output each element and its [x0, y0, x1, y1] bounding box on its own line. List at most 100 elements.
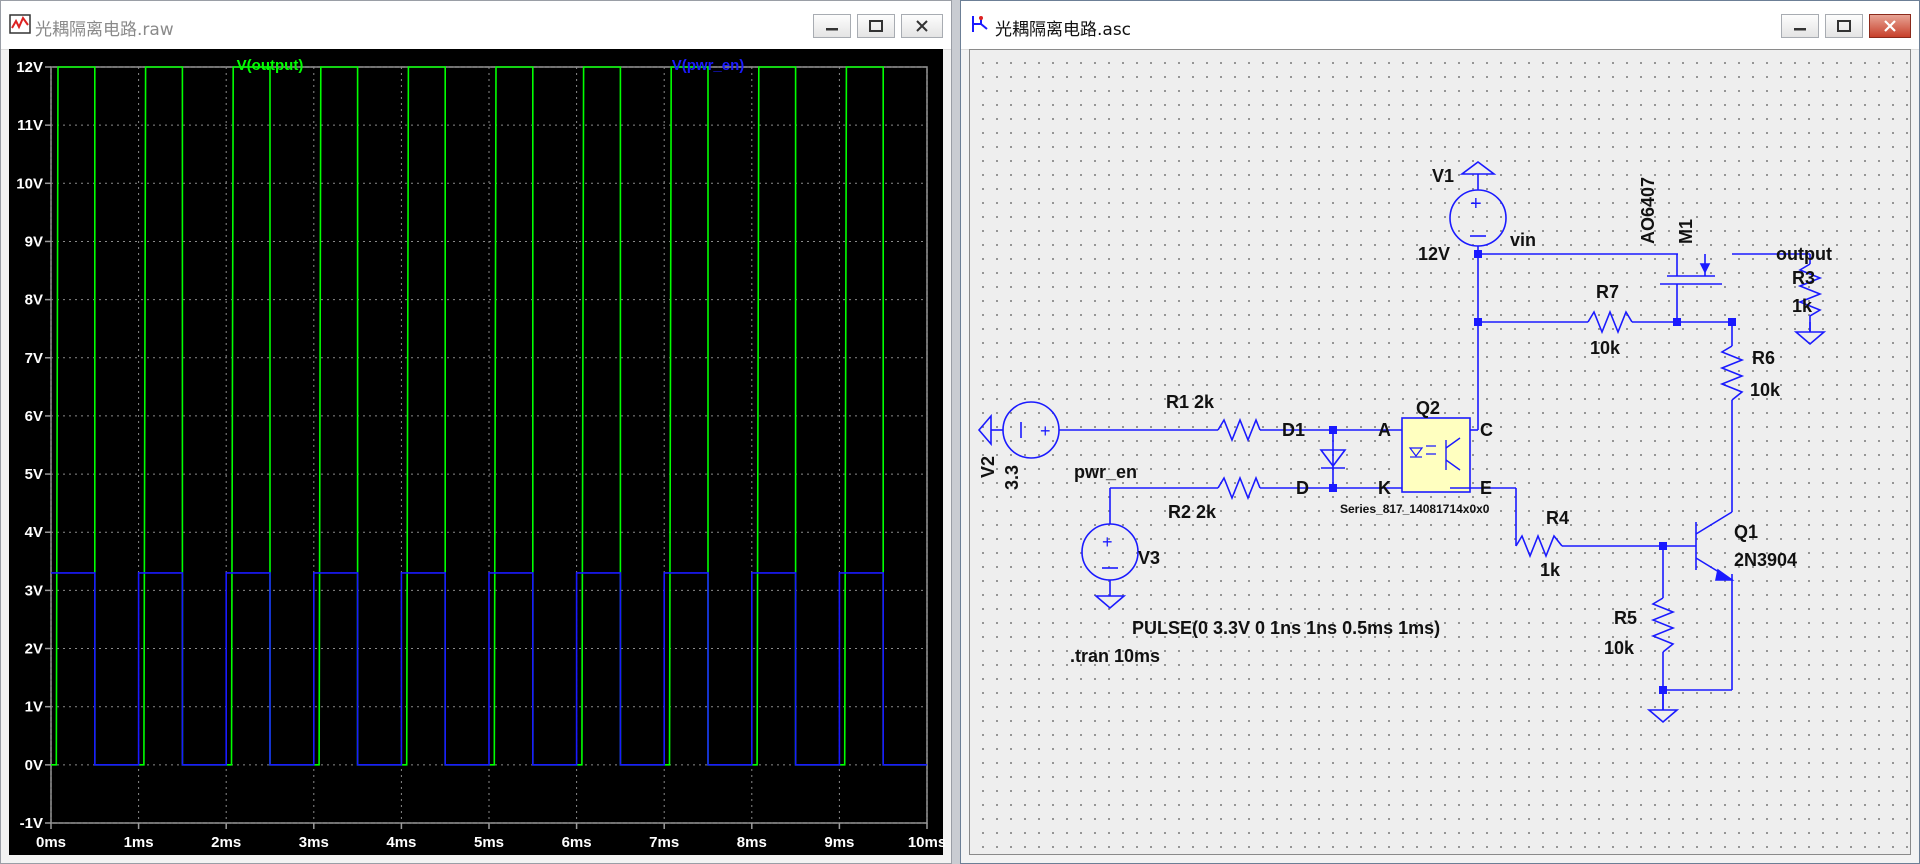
waveform-window[interactable]: 光耦隔离电路.raw 0ms 1ms 2ms 3ms 4ms 5ms 6ms 7ms 8ms 9m…	[0, 0, 952, 864]
d-label: D	[1296, 478, 1309, 498]
schematic-editor-icon	[972, 16, 988, 32]
x-tick-label: 5ms	[474, 834, 504, 851]
v1-label: V1	[1432, 166, 1454, 186]
x-tick-label: 0ms	[36, 834, 66, 851]
svg-text:+: +	[1470, 193, 1482, 215]
r6-label: R6	[1752, 348, 1775, 368]
waveform-plot-area[interactable]: 0ms 1ms 2ms 3ms 4ms 5ms 6ms 7ms 8ms 9ms 10ms 12V 11V…	[9, 49, 946, 857]
x-tick-label: 10ms	[908, 834, 945, 851]
v1-value: 12V	[1418, 244, 1450, 264]
q1-transistor[interactable]	[1672, 460, 1735, 581]
r5-ground-icon	[1646, 709, 1680, 724]
r5-resistor[interactable]	[1650, 597, 1676, 653]
x-tick-label: 1ms	[124, 834, 154, 851]
v3-label: V3	[1138, 548, 1160, 568]
r3-ground-icon	[1793, 331, 1827, 346]
m1-mosfet[interactable]	[1660, 254, 1722, 322]
r4-resistor[interactable]	[1515, 533, 1563, 559]
schematic-window-title: 光耦隔离电路.asc	[995, 20, 1132, 40]
x-tick-label: 6ms	[562, 834, 592, 851]
x-tick-label: 7ms	[649, 834, 679, 851]
y-tick-label: 7V	[25, 350, 43, 367]
v3-source[interactable]: +	[1081, 523, 1139, 610]
waveform-viewer-icon	[9, 14, 31, 34]
r5-label: R5	[1614, 608, 1637, 628]
q2-label: Q2	[1416, 398, 1440, 418]
y-tick-label: 6V	[25, 408, 43, 425]
y-tick-label: 9V	[25, 233, 43, 250]
schematic-window[interactable]: 光耦隔离电路.asc + + + V1 12V vin AO6407 M1 ou…	[960, 0, 1920, 864]
r4-value: 1k	[1540, 560, 1561, 580]
r1-resistor[interactable]	[1217, 417, 1261, 443]
m1-label: M1	[1676, 219, 1696, 244]
svg-text:+: +	[1102, 532, 1113, 552]
maximize-icon	[869, 20, 883, 32]
maximize-button[interactable]	[857, 14, 895, 38]
tran-directive[interactable]: .tran 10ms	[1070, 646, 1160, 666]
r6-value: 10k	[1750, 380, 1781, 400]
legend-label[interactable]: V(pwr_en)	[672, 57, 745, 74]
x-tick-label: 9ms	[824, 834, 854, 851]
v2-value: 3.3	[1002, 465, 1022, 490]
r7-label: R7	[1596, 282, 1619, 302]
r6-resistor[interactable]	[1719, 345, 1745, 401]
close-button[interactable]	[901, 14, 943, 38]
minimize-icon	[826, 28, 838, 31]
schematic-drawing[interactable]: + + + V1 12V vin AO6407 M1 output R3 1k …	[970, 50, 1914, 858]
r3-value: 1k	[1792, 296, 1813, 316]
y-tick-label: 2V	[25, 641, 43, 658]
y-tick-label: 3V	[25, 582, 43, 599]
y-tick-label: 11V	[17, 117, 43, 134]
y-tick-label: 8V	[25, 292, 43, 309]
maximize-button[interactable]	[1825, 14, 1863, 38]
v1-source[interactable]: +	[1449, 161, 1507, 254]
close-icon	[916, 20, 928, 32]
r2-label: R2 2k	[1168, 502, 1217, 522]
x-tick-label: 3ms	[299, 834, 329, 851]
output-net-label: output	[1776, 244, 1832, 264]
y-tick-label: 4V	[25, 524, 43, 541]
r2-resistor[interactable]	[1217, 475, 1261, 501]
close-button[interactable]	[1869, 14, 1911, 38]
q2-pin-k: K	[1378, 478, 1391, 498]
r7-value: 10k	[1590, 338, 1621, 358]
v2-label: V2	[978, 456, 998, 478]
waveform-titlebar[interactable]: 光耦隔离电路.raw	[1, 1, 951, 50]
v2-source[interactable]: +	[977, 401, 1060, 459]
legend-label[interactable]: V(output)	[237, 57, 304, 74]
r5-value: 10k	[1604, 638, 1635, 658]
pwr-en-net-label: pwr_en	[1074, 462, 1137, 482]
q1-label: Q1	[1734, 522, 1758, 542]
y-tick-label: 5V	[25, 466, 43, 483]
y-tick-label: 12V	[16, 59, 43, 76]
x-tick-label: 2ms	[211, 834, 241, 851]
q2-model: Series_817_14081714x0x0	[1340, 502, 1490, 516]
series-line-v-pwr-en-	[51, 572, 927, 766]
schematic-canvas[interactable]: + + + V1 12V vin AO6407 M1 output R3 1k …	[969, 49, 1911, 855]
x-tick-label: 8ms	[737, 834, 767, 851]
close-icon	[1884, 20, 1896, 32]
maximize-icon	[1837, 20, 1851, 32]
y-tick-label: 0V	[25, 757, 43, 774]
minimize-button[interactable]	[1781, 14, 1819, 38]
svg-text:+: +	[1040, 421, 1051, 441]
r4-label: R4	[1546, 508, 1569, 528]
q1-model: 2N3904	[1734, 550, 1797, 570]
d1-label: D1	[1282, 420, 1305, 440]
minimize-icon	[1794, 28, 1806, 31]
q2-pin-c: C	[1480, 420, 1493, 440]
v3-value: PULSE(0 3.3V 0 1ns 1ns 0.5ms 1ms)	[1132, 618, 1440, 638]
minimize-button[interactable]	[813, 14, 851, 38]
waveform-chart[interactable]: 0ms 1ms 2ms 3ms 4ms 5ms 6ms 7ms 8ms 9ms 10ms 12V 11V…	[9, 49, 946, 857]
vin-net-label: vin	[1510, 230, 1536, 250]
y-tick-label: 1V	[25, 699, 43, 716]
schematic-titlebar[interactable]: 光耦隔离电路.asc	[961, 1, 1919, 50]
m1-model: AO6407	[1638, 177, 1658, 244]
q2-pin-a: A	[1378, 420, 1391, 440]
r3-label: R3	[1792, 268, 1815, 288]
r1-label: R1 2k	[1166, 392, 1215, 412]
y-tick-label: 10V	[16, 175, 43, 192]
waveform-window-title: 光耦隔离电路.raw	[35, 20, 174, 40]
x-tick-label: 4ms	[386, 834, 416, 851]
r7-resistor[interactable]	[1587, 309, 1633, 335]
